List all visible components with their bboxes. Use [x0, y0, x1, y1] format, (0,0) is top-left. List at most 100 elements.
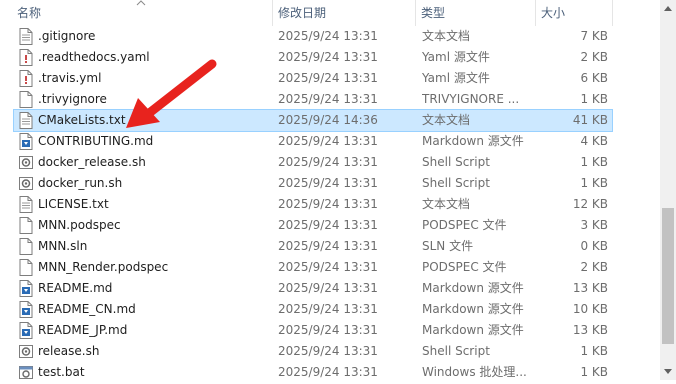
file-size: 7 KB [580, 29, 608, 43]
blank-file-icon [19, 238, 33, 255]
yaml-file-icon [19, 70, 33, 87]
file-row[interactable]: README_JP.md 2025/9/24 13:31 Markdown 源文件 1… [14, 320, 612, 341]
file-size: 1 KB [580, 176, 608, 190]
file-size: 2 KB [580, 260, 608, 274]
shell-script-icon [19, 154, 33, 171]
file-date: 2025/9/24 13:31 [278, 302, 378, 316]
file-name: docker_release.sh [38, 155, 146, 169]
file-name: LICENSE.txt [38, 197, 109, 211]
text-file-icon [19, 196, 33, 213]
file-date: 2025/9/24 13:31 [278, 239, 378, 253]
column-header-date[interactable]: 修改日期 [278, 0, 326, 26]
column-header-size[interactable]: 大小 [541, 0, 565, 26]
markdown-file-icon [19, 322, 33, 339]
file-row[interactable]: release.sh 2025/9/24 13:31 Shell Script 1 K… [14, 341, 612, 362]
file-name: MNN_Render.podspec [38, 260, 169, 274]
file-row[interactable]: docker_run.sh 2025/9/24 13:31 Shell Script… [14, 173, 612, 194]
file-name: MNN.podspec [38, 218, 121, 232]
file-name: .trivyignore [38, 92, 107, 106]
file-name: release.sh [38, 344, 100, 358]
file-name: MNN.sln [38, 239, 88, 253]
file-size: 2 KB [580, 50, 608, 64]
markdown-file-icon [19, 133, 33, 150]
file-name: docker_run.sh [38, 176, 123, 190]
file-row[interactable]: README.md 2025/9/24 13:31 Markdown 源文件 13 K… [14, 278, 612, 299]
file-name: README_CN.md [38, 302, 136, 316]
file-type: Markdown 源文件 [422, 134, 524, 148]
file-size: 41 KB [572, 113, 608, 127]
file-date: 2025/9/24 13:31 [278, 50, 378, 64]
column-header-bar: 名称 修改日期 类型 大小 [0, 0, 660, 26]
column-divider[interactable] [272, 0, 273, 26]
column-divider[interactable] [415, 0, 416, 26]
markdown-file-icon [19, 280, 33, 297]
file-date: 2025/9/24 13:31 [278, 323, 378, 337]
yaml-file-icon [19, 49, 33, 66]
file-type: 文本文档 [422, 197, 471, 211]
file-name: .travis.yml [38, 71, 102, 85]
file-name: README.md [38, 281, 113, 295]
file-date: 2025/9/24 13:31 [278, 155, 378, 169]
column-header-name[interactable]: 名称 [17, 0, 41, 26]
file-type: 文本文档 [422, 29, 471, 43]
file-type: SLN 文件 [422, 239, 474, 253]
file-date: 2025/9/24 13:31 [278, 260, 378, 274]
file-row[interactable]: docker_release.sh 2025/9/24 13:31 Shell Sc… [14, 152, 612, 173]
file-date: 2025/9/24 13:31 [278, 176, 378, 190]
shell-script-icon [19, 175, 33, 192]
scrollbar-thumb[interactable] [662, 208, 674, 344]
column-divider[interactable] [612, 0, 613, 26]
file-size: 3 KB [580, 218, 608, 232]
file-row[interactable]: CONTRIBUTING.md 2025/9/24 13:31 Markdown 源… [14, 131, 612, 152]
file-row[interactable]: .readthedocs.yaml 2025/9/24 13:31 Yaml 源文件… [14, 47, 612, 68]
file-type: PODSPEC 文件 [422, 260, 507, 274]
file-name: CMakeLists.txt [38, 113, 126, 127]
file-row[interactable]: MNN.podspec 2025/9/24 13:31 PODSPEC 文件 3 KB [14, 215, 612, 236]
file-size: 13 KB [572, 323, 608, 337]
file-date: 2025/9/24 13:31 [278, 218, 378, 232]
file-date: 2025/9/24 13:31 [278, 134, 378, 148]
file-size: 13 KB [572, 281, 608, 295]
file-type: Markdown 源文件 [422, 323, 524, 337]
file-name: README_JP.md [38, 323, 128, 337]
file-date: 2025/9/24 13:31 [278, 92, 378, 106]
text-file-icon [19, 28, 33, 45]
column-header-type[interactable]: 类型 [421, 0, 445, 26]
file-row[interactable]: .travis.yml 2025/9/24 13:31 Yaml 源文件 6 KB [14, 68, 612, 89]
file-row[interactable]: MNN.sln 2025/9/24 13:31 SLN 文件 0 KB [14, 236, 612, 257]
file-name: .readthedocs.yaml [38, 50, 150, 64]
blank-file-icon [19, 217, 33, 234]
file-type: Yaml 源文件 [422, 71, 490, 85]
file-size: 10 KB [572, 302, 608, 316]
column-divider[interactable] [535, 0, 536, 26]
blank-file-icon [19, 259, 33, 276]
file-row-selected[interactable]: CMakeLists.txt 2025/9/24 14:36 文本文档 41 KB [13, 109, 613, 132]
scroll-down-arrow-icon[interactable] [660, 363, 676, 380]
sort-up-icon [136, 0, 146, 6]
file-size: 1 KB [580, 344, 608, 358]
file-name: .gitignore [38, 29, 96, 43]
file-row[interactable]: MNN_Render.podspec 2025/9/24 13:31 PODSPEC… [14, 257, 612, 278]
file-type: Markdown 源文件 [422, 281, 524, 295]
file-size: 1 KB [580, 92, 608, 106]
scroll-up-arrow-icon[interactable] [660, 0, 676, 17]
file-type: Shell Script [422, 176, 490, 190]
markdown-file-icon [19, 301, 33, 318]
file-type: Shell Script [422, 344, 490, 358]
file-size: 4 KB [580, 134, 608, 148]
file-date: 2025/9/24 13:31 [278, 197, 378, 211]
file-row[interactable]: .gitignore 2025/9/24 13:31 文本文档 7 KB [14, 26, 612, 47]
file-date: 2025/9/24 13:31 [278, 281, 378, 295]
file-type: TRIVYIGNORE ... [422, 92, 520, 106]
file-size: 12 KB [572, 197, 608, 211]
vertical-scrollbar[interactable] [660, 0, 676, 380]
file-row[interactable]: .trivyignore 2025/9/24 13:31 TRIVYIGNORE .… [14, 89, 612, 110]
file-date: 2025/9/24 13:31 [278, 71, 378, 85]
file-date: 2025/9/24 13:31 [278, 344, 378, 358]
file-row[interactable]: LICENSE.txt 2025/9/24 13:31 文本文档 12 KB [14, 194, 612, 215]
file-type: Yaml 源文件 [422, 50, 490, 64]
file-type: Markdown 源文件 [422, 302, 524, 316]
blank-file-icon [19, 91, 33, 108]
file-row[interactable]: README_CN.md 2025/9/24 13:31 Markdown 源文件 1… [14, 299, 612, 320]
file-date: 2025/9/24 14:36 [278, 113, 378, 127]
